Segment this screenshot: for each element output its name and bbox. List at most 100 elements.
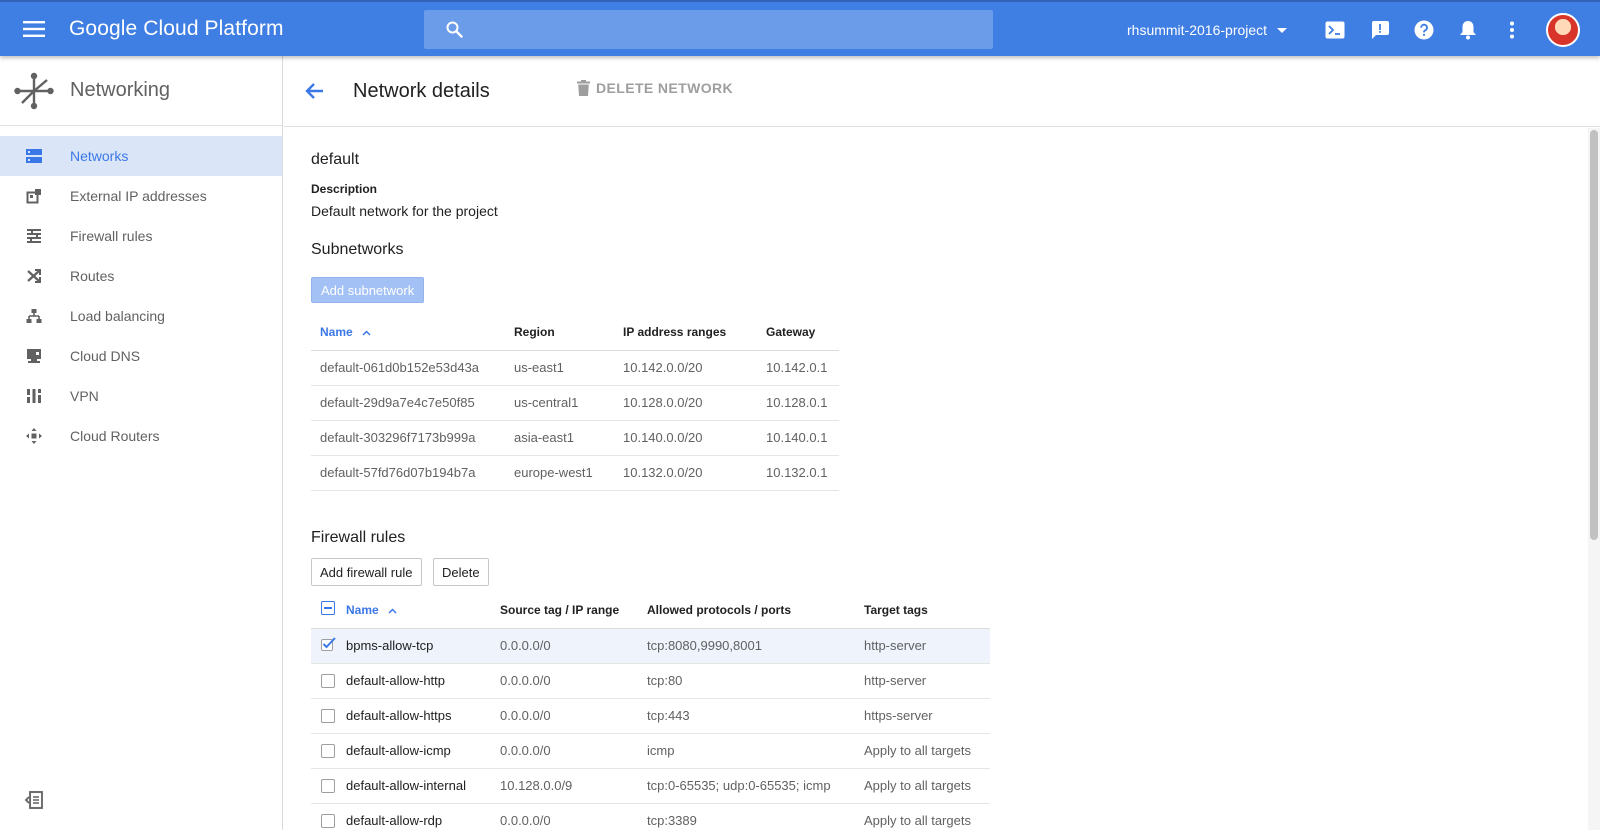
row-checkbox-cell[interactable] [311,733,337,769]
sidebar-item-firewall-rules[interactable]: Firewall rules [0,216,282,256]
notifications-button[interactable] [1456,18,1480,42]
table-row[interactable]: default-57fd76d07b194b7a europe-west1 10… [311,455,839,491]
subnet-name[interactable]: default-061d0b152e53d43a [311,350,505,386]
table-header-row: Name Source tag / IP range Allowed proto… [311,592,990,629]
table-row[interactable]: default-29d9a7e4c7e50f85 us-central1 10.… [311,385,839,421]
project-selector[interactable]: rhsummit-2016-project [1127,2,1288,58]
table-row[interactable]: default-061d0b152e53d43a us-east1 10.142… [311,350,839,386]
row-checkbox[interactable] [321,744,335,759]
brand-title[interactable]: Google Cloud Platform [69,17,284,41]
account-avatar[interactable] [1546,13,1580,47]
column-header-name[interactable]: Name [337,592,491,629]
rule-source-range: 10.128.0.0/9 [491,768,638,804]
vpn-icon [24,386,44,406]
sidebar-header: Networking [0,56,282,126]
sort-ascending-icon [362,330,371,336]
rule-name[interactable]: default-allow-https [337,698,491,734]
cloud-shell-button[interactable] [1323,18,1347,42]
row-checkbox[interactable] [321,779,335,794]
row-checkbox-cell[interactable] [311,698,337,734]
subnet-ip-range: 10.132.0.0/20 [614,455,757,491]
sidebar-item-vpn[interactable]: VPN [0,376,282,416]
trash-icon [577,80,590,96]
delete-network-button[interactable]: DELETE NETWORK [577,80,733,96]
search-bar[interactable] [424,10,993,49]
routes-icon [24,266,44,286]
subnet-ip-range: 10.140.0.0/20 [614,420,757,456]
main-menu-button[interactable] [16,11,52,47]
feedback-button[interactable] [1368,18,1392,42]
subnet-name[interactable]: default-57fd76d07b194b7a [311,455,505,491]
sidebar-item-cloud-routers[interactable]: Cloud Routers [0,416,282,456]
delete-network-label: DELETE NETWORK [596,80,734,96]
row-checkbox-cell[interactable] [311,768,337,804]
subnet-name[interactable]: default-29d9a7e4c7e50f85 [311,385,505,421]
caret-down-icon [1277,27,1288,33]
content-scrollbar[interactable] [1588,128,1600,830]
add-subnetwork-button[interactable]: Add subnetwork [311,277,425,303]
subnetworks-title: Subnetworks [311,241,404,258]
back-arrow-icon[interactable] [303,79,327,103]
more-options-button[interactable] [1500,18,1524,42]
subnet-gateway: 10.128.0.1 [757,385,839,421]
rule-target-tags: Apply to all targets [855,733,990,769]
table-row[interactable]: default-allow-rdp 0.0.0.0/0 tcp:3389 Apply … [311,803,990,830]
sidebar-item-routes[interactable]: Routes [0,256,282,296]
subnet-region: asia-east1 [505,420,614,456]
table-row[interactable]: bpms-allow-tcp 0.0.0.0/0 tcp:8080,9990,800… [311,628,990,664]
rule-name[interactable]: default-allow-internal [337,768,491,804]
rule-protocols: tcp:3389 [638,803,855,830]
sidebar-item-label: Load balancing [70,308,165,324]
delete-firewall-rule-button[interactable]: Delete [433,558,489,586]
row-checkbox-cell[interactable] [311,663,337,699]
load-balancing-icon [24,306,44,326]
table-row[interactable]: default-allow-internal 10.128.0.0/9 tcp:0-… [311,768,990,804]
scrollbar-thumb[interactable] [1590,130,1598,540]
subnet-name[interactable]: default-303296f7173b999a [311,420,505,456]
help-button[interactable] [1412,18,1436,42]
row-checkbox-cell[interactable] [311,803,337,830]
subnet-region: us-east1 [505,350,614,386]
add-firewall-rule-button[interactable]: Add firewall rule [311,558,422,586]
sidebar-item-load-balancing[interactable]: Load balancing [0,296,282,336]
select-all-checkbox[interactable] [321,601,335,616]
select-all-cell[interactable] [311,592,337,629]
feedback-icon [1371,21,1389,39]
rule-name[interactable]: default-allow-rdp [337,803,491,830]
search-input[interactable] [466,10,993,49]
sidebar-item-label: Routes [70,268,115,284]
top-app-bar: Google Cloud Platform rhsummit-2016-proj… [0,0,1600,56]
collapse-sidebar-icon[interactable] [24,790,44,810]
cloud-routers-icon [24,426,44,446]
row-checkbox-checked[interactable] [321,637,337,651]
row-checkbox[interactable] [321,709,335,724]
table-row[interactable]: default-allow-icmp 0.0.0.0/0 icmp Apply to … [311,733,990,769]
rule-name[interactable]: default-allow-http [337,663,491,699]
networking-logo-icon [14,72,54,109]
table-row[interactable]: default-allow-https 0.0.0.0/0 tcp:443 https… [311,698,990,734]
sort-ascending-icon [388,608,397,614]
rule-source-range: 0.0.0.0/0 [491,803,638,830]
sidebar-item-cloud-dns[interactable]: Cloud DNS [0,336,282,376]
sidebar-item-networks[interactable]: Networks [0,136,282,176]
description-value: Default network for the project [311,203,498,219]
help-icon [1414,20,1434,40]
rule-protocols: tcp:443 [638,698,855,734]
column-header-name[interactable]: Name [311,314,505,351]
table-row[interactable]: default-allow-http 0.0.0.0/0 tcp:80 http-se… [311,663,990,699]
subnetworks-table: Name Region IP address ranges Gateway de… [311,314,839,491]
rule-name[interactable]: bpms-allow-tcp [337,628,491,664]
sidebar-nav: Networks External IP addresses Firewall … [0,136,282,456]
table-row[interactable]: default-303296f7173b999a asia-east1 10.1… [311,420,839,456]
row-checkbox[interactable] [321,814,335,829]
networks-icon [24,146,44,166]
row-checkbox[interactable] [321,674,335,689]
sidebar-item-external-ip[interactable]: External IP addresses [0,176,282,216]
row-checkbox-cell[interactable] [311,628,337,664]
rule-target-tags: http-server [855,628,990,664]
rule-name[interactable]: default-allow-icmp [337,733,491,769]
subnet-ip-range: 10.128.0.0/20 [614,385,757,421]
page-header: Network details DELETE NETWORK [284,56,1600,127]
sidebar-item-label: External IP addresses [70,188,207,204]
column-header-ip-ranges: IP address ranges [614,314,757,351]
